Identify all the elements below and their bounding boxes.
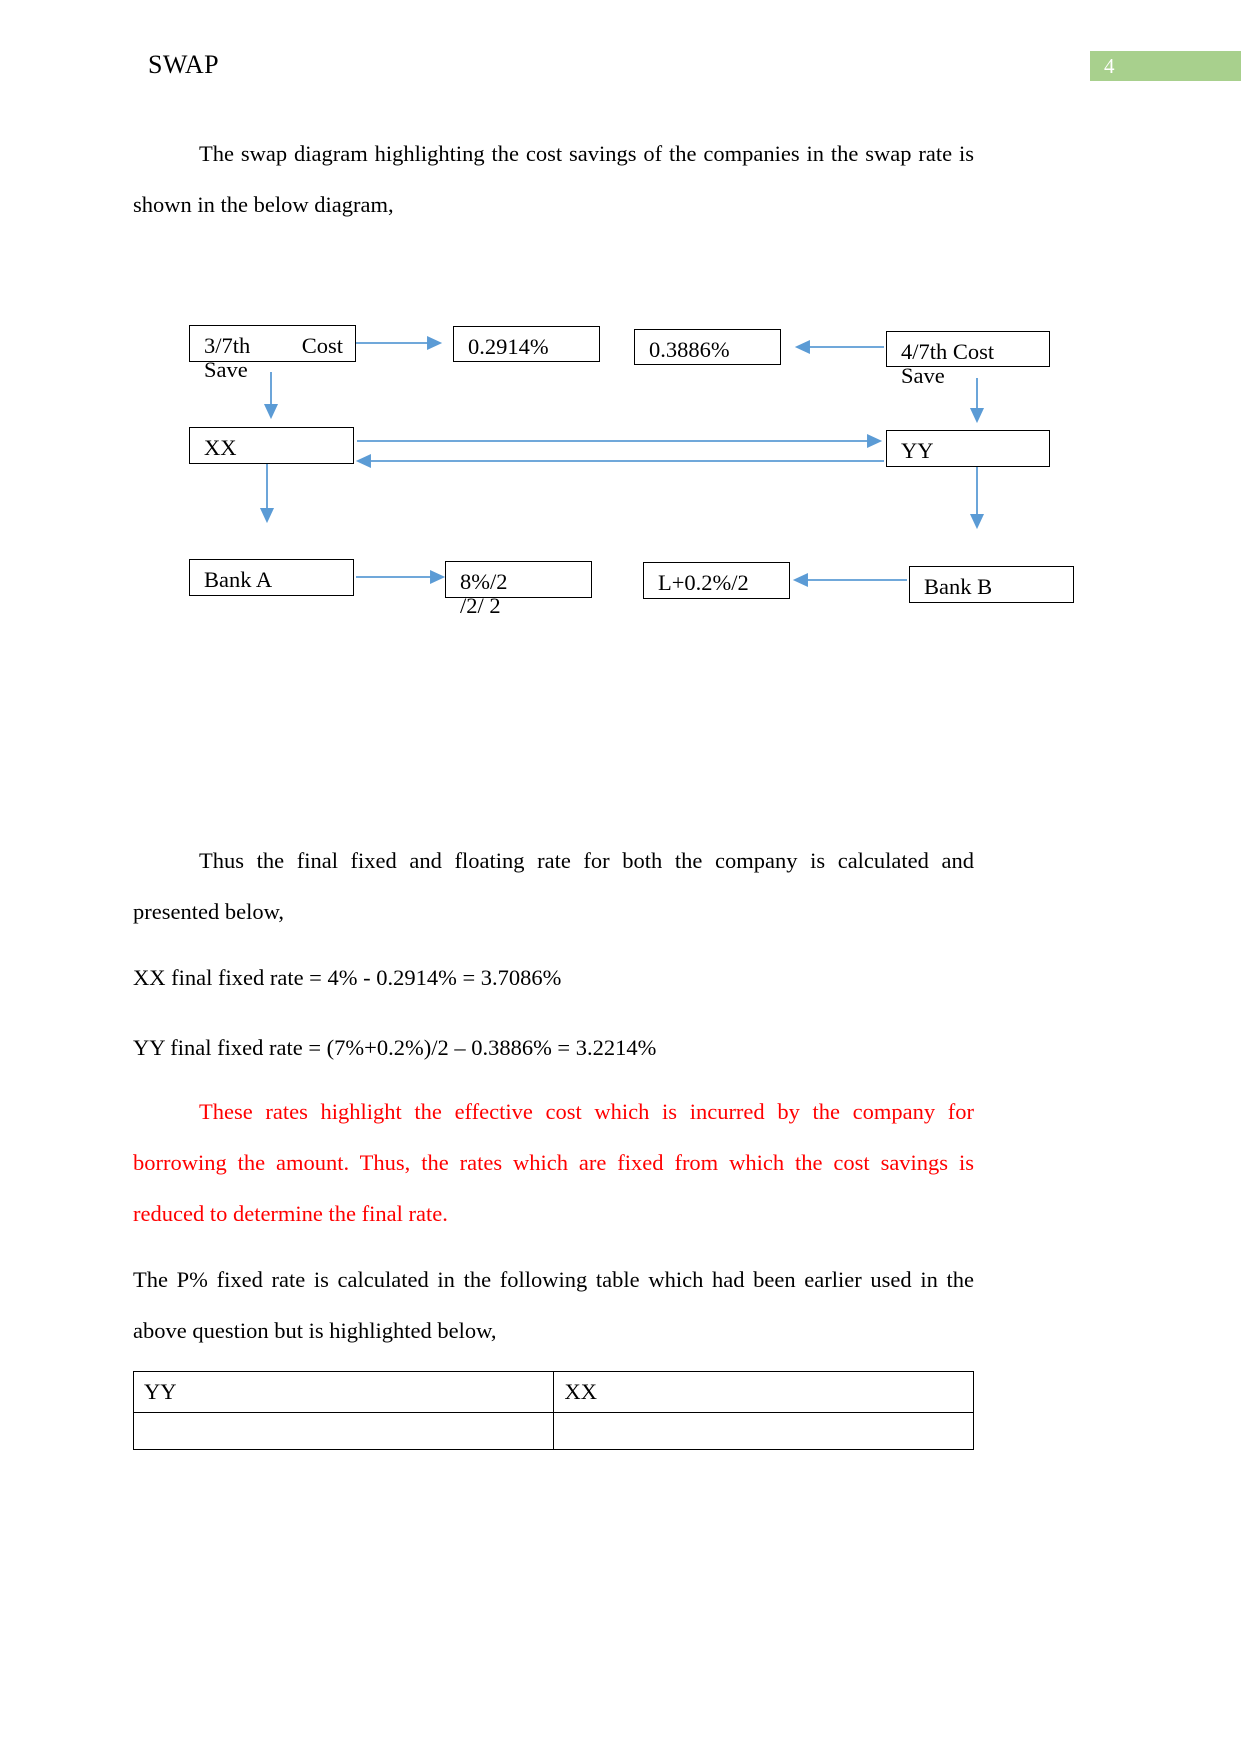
box-company-left-text: XX xyxy=(204,435,237,460)
paragraph-red-note: These rates highlight the effective cost… xyxy=(133,1086,974,1239)
table-cell-yy-value xyxy=(132,1412,555,1450)
table-cell-xx: XX xyxy=(553,1371,974,1413)
paragraph-p-rate: The P% fixed rate is calculated in the f… xyxy=(133,1254,974,1356)
box-fixed-left-line1: 8%/2 xyxy=(460,569,508,594)
box-bank-right-text: Bank B xyxy=(924,574,993,599)
box-cost-save-left-overflow: Save xyxy=(204,357,248,382)
box-bank-left: Bank A xyxy=(189,559,354,596)
box-cost-save-right: 4/7th Cost Save xyxy=(886,331,1050,388)
table-row-header: YY XX xyxy=(132,1371,974,1413)
box-fixed-left: 8%/2 /2/ 2 xyxy=(445,561,592,618)
box-company-right-text: YY xyxy=(901,438,934,463)
page-header: SWAP 4 xyxy=(0,0,1241,100)
paragraph-thus-final-text: Thus the final fixed and floating rate f… xyxy=(133,848,974,924)
box-bank-left-text: Bank A xyxy=(204,567,273,592)
paragraph-p-rate-text: The P% fixed rate is calculated in the f… xyxy=(133,1267,974,1343)
paragraph-yy-rate-text: YY final fixed rate = (7%+0.2%)/2 – 0.38… xyxy=(133,1035,657,1060)
paragraph-intro-text: The swap diagram highlighting the cost s… xyxy=(133,141,974,217)
box-rate-left: 0.2914% xyxy=(453,326,600,362)
page-number-badge: 4 xyxy=(1090,51,1241,81)
rate-table: YY XX xyxy=(132,1371,974,1450)
box-rate-left-text: 0.2914% xyxy=(468,334,549,359)
page-title: SWAP xyxy=(148,50,219,79)
box-fixed-left-overflow: /2/ 2 xyxy=(460,593,501,618)
box-company-left: XX xyxy=(189,427,354,464)
box-rate-right-text: 0.3886% xyxy=(649,337,730,362)
paragraph-yy-rate: YY final fixed rate = (7%+0.2%)/2 – 0.38… xyxy=(133,1022,974,1073)
box-cost-save-left-line2: Cost xyxy=(301,333,343,358)
box-float-right-text: L+0.2%/2 xyxy=(658,570,749,595)
box-cost-save-left-line1: 3/7th xyxy=(204,333,251,358)
box-company-right: YY xyxy=(886,430,1050,467)
paragraph-intro: The swap diagram highlighting the cost s… xyxy=(133,128,974,230)
paragraph-thus-final: Thus the final fixed and floating rate f… xyxy=(133,835,974,937)
paragraph-xx-rate-text: XX final fixed rate = 4% - 0.2914% = 3.7… xyxy=(133,965,562,990)
box-float-right: L+0.2%/2 xyxy=(643,562,790,599)
box-rate-right: 0.3886% xyxy=(634,329,781,365)
box-cost-save-right-line1: 4/7th Cost xyxy=(901,339,995,364)
box-cost-save-right-overflow: Save xyxy=(901,363,945,388)
table-cell-yy: YY xyxy=(132,1371,555,1413)
table-row xyxy=(132,1412,974,1450)
page-number-label: 4 xyxy=(1104,54,1115,78)
paragraph-red-note-text: These rates highlight the effective cost… xyxy=(133,1099,974,1226)
box-cost-save-left: 3/7th Cost Save xyxy=(189,325,356,382)
table-cell-xx-value xyxy=(553,1412,974,1450)
paragraph-xx-rate: XX final fixed rate = 4% - 0.2914% = 3.7… xyxy=(133,952,974,1003)
box-bank-right: Bank B xyxy=(909,566,1074,603)
